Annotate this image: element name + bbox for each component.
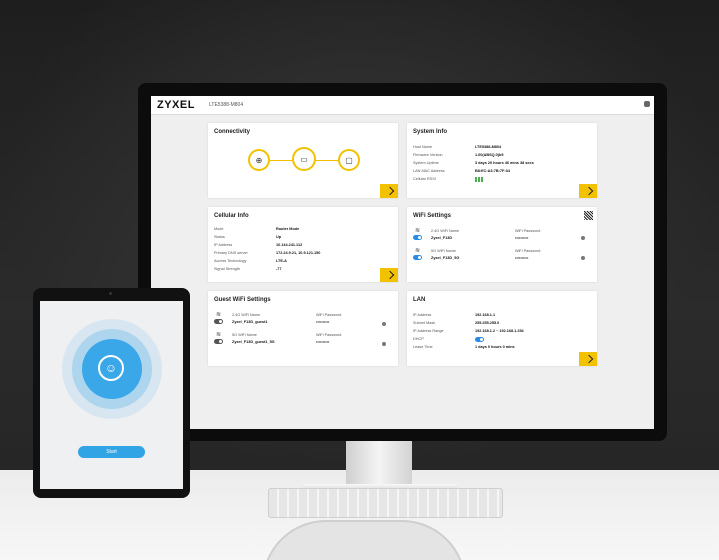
expand-button[interactable] [579, 352, 597, 366]
brand-logo[interactable]: ZYXEL [157, 99, 195, 111]
row-label: Signal Strength [214, 267, 240, 271]
menu-icon[interactable] [644, 101, 650, 107]
dhcp-toggle[interactable] [475, 337, 484, 342]
show-password-icon[interactable] [382, 342, 386, 346]
show-password-icon[interactable] [382, 322, 386, 326]
row-label: Host Name [413, 145, 432, 149]
ssid-value: Zyxel_F13D [431, 236, 453, 240]
connectivity-card: Connectivity ⊕ ▭ ▢ [208, 123, 398, 198]
password-label: WiFi Password [515, 229, 541, 233]
row-value: 192.168.1.2 ~ 192.168.1.254 [475, 329, 524, 333]
card-title: LAN [413, 297, 426, 303]
wifi-5g-toggle[interactable] [413, 255, 422, 260]
expand-button[interactable] [380, 268, 398, 282]
row-label: Access Technology [214, 259, 247, 263]
signal-bars-icon [475, 177, 483, 182]
monitor-stand [346, 441, 412, 487]
ssid-value: Zyxel_F13D_guest1_5G [232, 340, 275, 344]
guest-24g-toggle[interactable] [214, 319, 223, 324]
password-value: •••••••••• [316, 340, 330, 344]
wifi-settings-card: WiFi Settings ≋ 2.4G WiFi Name Zyxel_F13… [407, 207, 597, 282]
password-value: •••••••••• [316, 320, 330, 324]
row-value: 192.168.1.1 [475, 313, 496, 317]
password-label: WiFi Password [515, 249, 541, 253]
tablet: ☺ Start [33, 288, 190, 498]
row-value: Router Mode [276, 227, 300, 231]
password-label: WiFi Password [316, 313, 342, 317]
cellular-info-card: Cellular Info Mode Router Mode Status Up… [208, 207, 398, 282]
monitor: ZYXEL LTE5388-M804 Connectivity ⊕ ▭ ▢ Sy… [138, 83, 667, 441]
show-password-icon[interactable] [581, 236, 585, 240]
row-label: Cellular RSSI [413, 177, 436, 181]
globe-icon[interactable]: ⊕ [248, 149, 270, 171]
band-label: 2.4G WiFi Name [431, 229, 460, 233]
row-label: IP Address Range [413, 329, 444, 333]
router-icon[interactable]: ▭ [292, 147, 316, 171]
password-label: WiFi Password [316, 333, 342, 337]
qr-code-icon[interactable] [584, 211, 593, 220]
router-web-ui: ZYXEL LTE5388-M804 Connectivity ⊕ ▭ ▢ Sy… [151, 96, 654, 429]
row-label: Primary DNS server [214, 251, 248, 255]
row-label: Mode [214, 227, 224, 231]
row-label: DHCP [413, 337, 424, 341]
card-title: Connectivity [214, 129, 251, 135]
row-value: 1.00(ABSQ.0)b5 [475, 153, 504, 157]
password-value: •••••••••• [515, 256, 529, 260]
row-label: IP Address [214, 243, 233, 247]
user-icon[interactable]: ☺ [98, 355, 124, 381]
password-value: •••••••••• [515, 236, 529, 240]
wifi-icon: ≋ [415, 248, 421, 254]
top-bar: ZYXEL LTE5388-M804 [151, 96, 654, 115]
row-value: 3 days 20 hours 46 mins 38 secs [475, 161, 534, 165]
scene: ZYXEL LTE5388-M804 Connectivity ⊕ ▭ ▢ Sy… [0, 0, 719, 560]
guest-5g-toggle[interactable] [214, 339, 223, 344]
row-value: 10.144.241.112 [276, 243, 303, 247]
guest-wifi-card: Guest WiFi Settings ≋ 2.4G WiFi Name Zyx… [208, 291, 398, 366]
row-value: 1 days 0 hours 0 mins [475, 345, 515, 349]
card-title: System Info [413, 129, 448, 135]
camera-icon [109, 292, 112, 295]
card-title: WiFi Settings [413, 213, 451, 219]
row-value: LTE-A [276, 259, 287, 263]
wifi-icon: ≋ [216, 312, 222, 318]
row-value: 255.255.255.0 [475, 321, 500, 325]
row-value: LTE5388-M804 [475, 145, 502, 149]
ssid-value: Zyxel_F13D_guest1 [232, 320, 268, 324]
expand-button[interactable] [579, 184, 597, 198]
wifi-24g-toggle[interactable] [413, 235, 422, 240]
row-label: Firmware Version [413, 153, 443, 157]
row-value: Up [276, 235, 282, 239]
band-label: 2.4G WiFi Name [232, 313, 261, 317]
system-info-card: System Info Host Name LTE5388-M804 Firmw… [407, 123, 597, 198]
row-label: IP Address [413, 313, 432, 317]
card-title: Guest WiFi Settings [214, 297, 271, 303]
row-value: -77 [276, 267, 282, 271]
monitor-icon[interactable]: ▢ [338, 149, 360, 171]
model-name: LTE5388-M804 [209, 102, 244, 108]
band-label: 5G WiFi Name [431, 249, 456, 253]
tablet-screen: ☺ Start [40, 301, 183, 489]
row-label: Subnet Mask [413, 321, 436, 325]
row-label: LAN MAC Address [413, 169, 445, 173]
ssid-value: Zyxel_F13D_5G [431, 256, 460, 260]
row-label: Status [214, 235, 225, 239]
row-value: B8:EC:A3:7B:7F:34 [475, 169, 510, 173]
row-label: Lease Time [413, 345, 433, 349]
row-value: 172.24.9.21, 10.9.121.150 [276, 251, 321, 255]
keyboard [268, 488, 503, 518]
start-button[interactable]: Start [78, 446, 145, 458]
card-title: Cellular Info [214, 213, 249, 219]
lan-card: LAN IP Address 192.168.1.1 Subnet Mask 2… [407, 291, 597, 366]
wifi-icon: ≋ [216, 332, 222, 338]
row-label: System Uptime [413, 161, 439, 165]
wifi-icon: ≋ [415, 228, 421, 234]
show-password-icon[interactable] [581, 256, 585, 260]
band-label: 5G WiFi Name [232, 333, 257, 337]
expand-button[interactable] [380, 184, 398, 198]
